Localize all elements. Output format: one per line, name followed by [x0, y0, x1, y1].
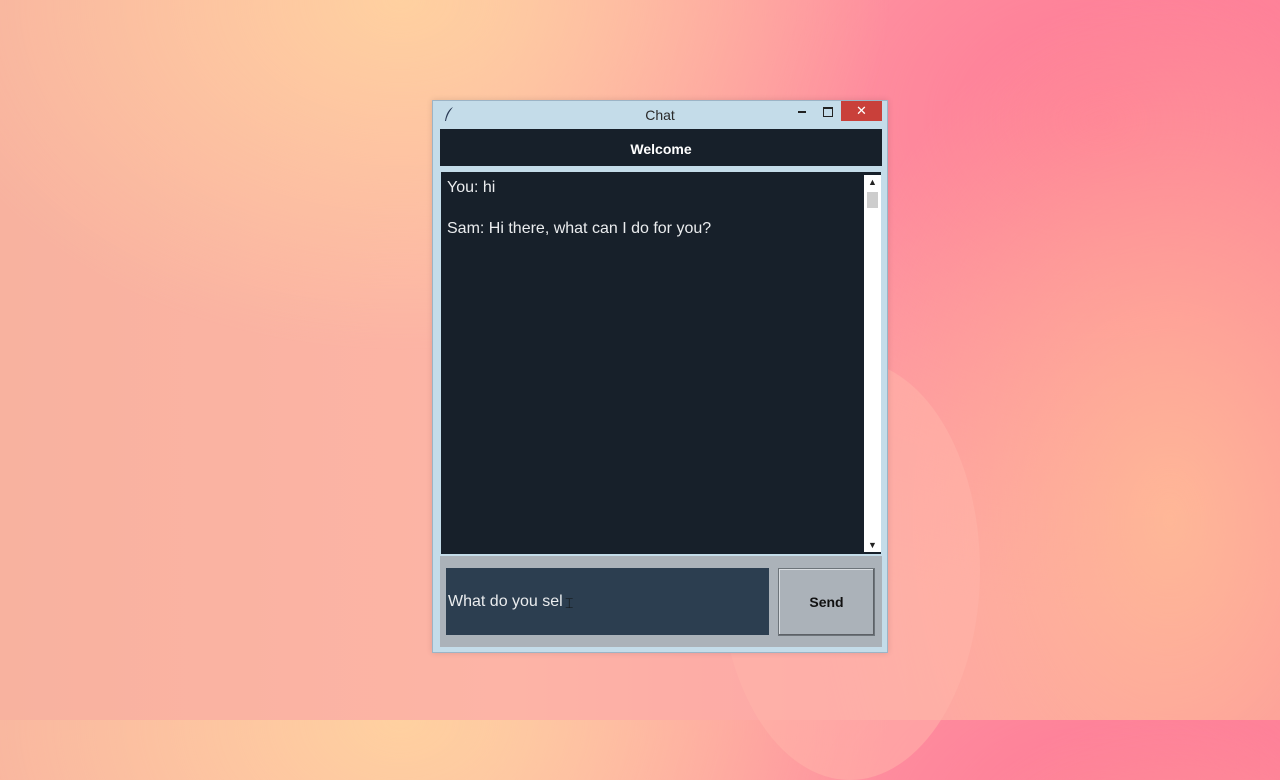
text-cursor-icon: ⌶	[565, 595, 574, 611]
close-button[interactable]: ✕	[841, 101, 882, 121]
chat-window: Chat ✕ Welcome You: hi Sam: Hi there, wh…	[432, 100, 888, 653]
welcome-header: Welcome	[440, 129, 882, 166]
chat-message: You: hi	[447, 179, 496, 196]
scroll-up-icon[interactable]: ▲	[864, 175, 881, 189]
message-input[interactable]	[446, 568, 769, 635]
maximize-icon	[823, 106, 833, 117]
chat-message: Sam: Hi there, what can I do for you?	[447, 220, 712, 237]
minimize-icon	[798, 110, 806, 113]
title-bar[interactable]: Chat ✕	[433, 101, 887, 129]
send-button[interactable]: Send	[778, 568, 875, 636]
input-panel: Send	[440, 556, 882, 647]
chat-log[interactable]: You: hi Sam: Hi there, what can I do for…	[440, 171, 882, 555]
scroll-thumb[interactable]	[867, 192, 878, 208]
minimize-button[interactable]	[791, 101, 813, 121]
scroll-down-icon[interactable]: ▼	[864, 538, 881, 552]
maximize-button[interactable]	[817, 101, 839, 121]
chat-scrollbar[interactable]: ▲ ▼	[864, 175, 881, 552]
